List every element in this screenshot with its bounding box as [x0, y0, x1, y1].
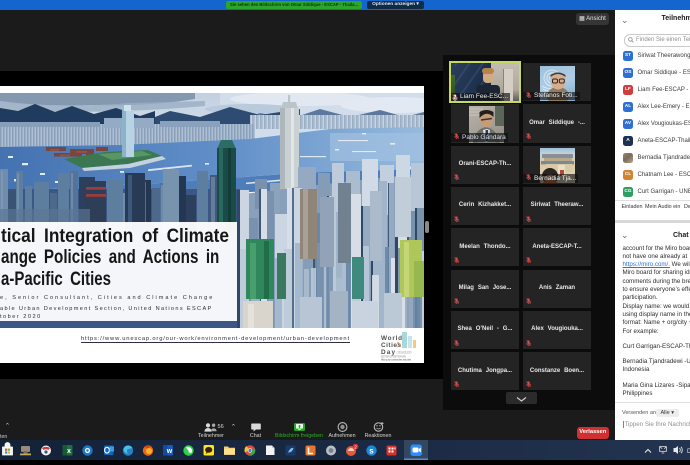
svg-text:2: 2: [354, 445, 357, 450]
svg-text:x: x: [67, 448, 71, 455]
svg-text:World: World: [381, 335, 402, 342]
svg-text:October 31, 2020: October 31, 2020: [397, 351, 412, 355]
svg-text:w: w: [166, 448, 173, 455]
svg-text:s: s: [369, 446, 374, 455]
svg-text:Valuing our communities and ci: Valuing our communities and cities: [381, 358, 411, 361]
